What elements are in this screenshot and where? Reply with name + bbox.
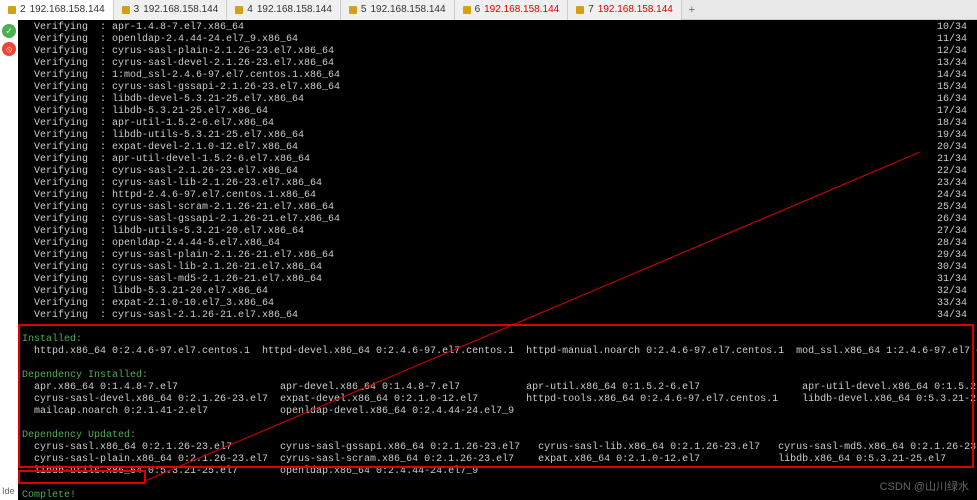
tab-bar: 2192.168.158.1443192.168.158.1444192.168… [0, 0, 977, 20]
complete-line: Complete! [22, 490, 973, 500]
tab-icon [349, 6, 357, 14]
dep-updated-line: cyrus-sasl-plain.x86_64 0:2.1.26-23.el7 … [22, 454, 973, 466]
dep-updated-line: libdb-utils.x86_64 0:5.3.21-25.el7 openl… [22, 466, 973, 478]
add-tab-button[interactable]: + [682, 4, 702, 16]
tab-icon [122, 6, 130, 14]
stop-icon[interactable]: ⦸ [2, 42, 16, 56]
verify-line: Verifying : cyrus-sasl-md5-2.1.26-21.el7… [22, 274, 973, 286]
tab-icon [235, 6, 243, 14]
verify-line: Verifying : cyrus-sasl-devel-2.1.26-23.e… [22, 58, 973, 70]
verify-line: Verifying : libdb-utils-5.3.21-20.el7.x8… [22, 226, 973, 238]
tab-2[interactable]: 2 192.168.158.144 [0, 0, 114, 20]
verify-line: Verifying : expat-devel-2.1.0-12.el7.x86… [22, 142, 973, 154]
verify-line: Verifying : apr-1.4.8-7.el7.x86_6410/34 [22, 22, 973, 34]
verify-line: Verifying : libdb-5.3.21-25.el7.x86_6417… [22, 106, 973, 118]
verify-line: Verifying : openldap-2.4.44-24.el7_9.x86… [22, 34, 973, 46]
tab-label: 192.168.158.144 [598, 4, 673, 15]
verify-line: Verifying : cyrus-sasl-plain-2.1.26-23.e… [22, 46, 973, 58]
verify-line: Verifying : cyrus-sasl-plain-2.1.26-21.e… [22, 250, 973, 262]
terminal-output[interactable]: Verifying : apr-1.4.8-7.el7.x86_6410/34 … [18, 20, 977, 500]
tab-num: 6 [475, 4, 481, 15]
ide-label: Ide [2, 486, 15, 496]
installed-header: Installed: [22, 334, 973, 346]
tab-label: 192.168.158.144 [30, 4, 105, 15]
tab-icon [8, 6, 16, 14]
tab-icon [463, 6, 471, 14]
verify-line: Verifying : apr-util-devel-1.5.2-6.el7.x… [22, 154, 973, 166]
tab-num: 3 [134, 4, 140, 15]
verify-line: Verifying : cyrus-sasl-gssapi-2.1.26-21.… [22, 214, 973, 226]
tab-3[interactable]: 3192.168.158.144 [114, 0, 228, 20]
tab-label: 192.168.158.144 [257, 4, 332, 15]
installed-line: httpd.x86_64 0:2.4.6-97.el7.centos.1 htt… [22, 346, 973, 358]
tab-label: 192.168.158.144 [484, 4, 559, 15]
verify-line: Verifying : expat-2.1.0-10.el7_3.x86_643… [22, 298, 973, 310]
tab-4[interactable]: 4 192.168.158.144 [227, 0, 341, 20]
dep-installed-header: Dependency Installed: [22, 370, 973, 382]
verify-line: Verifying : cyrus-sasl-lib-2.1.26-21.el7… [22, 262, 973, 274]
tab-6[interactable]: 6192.168.158.144 [455, 0, 569, 20]
dep-updated-line: cyrus-sasl.x86_64 0:2.1.26-23.el7 cyrus-… [22, 442, 973, 454]
verify-line: Verifying : cyrus-sasl-lib-2.1.26-23.el7… [22, 178, 973, 190]
tab-5[interactable]: 5192.168.158.144 [341, 0, 455, 20]
tab-num: 7 [588, 4, 594, 15]
tab-icon [576, 6, 584, 14]
verify-line: Verifying : cyrus-sasl-scram-2.1.26-21.e… [22, 202, 973, 214]
tab-7[interactable]: 7 192.168.158.144 [568, 0, 682, 20]
left-icons: ✓ ⦸ [2, 24, 18, 56]
verify-line: Verifying : openldap-2.4.44-5.el7.x86_64… [22, 238, 973, 250]
verify-line: Verifying : cyrus-sasl-2.1.26-21.el7.x86… [22, 310, 973, 322]
dep-installed-line: apr.x86_64 0:1.4.8-7.el7 apr-devel.x86_6… [22, 382, 973, 394]
dep-updated-header: Dependency Updated: [22, 430, 973, 442]
verify-line: Verifying : libdb-utils-5.3.21-25.el7.x8… [22, 130, 973, 142]
success-icon[interactable]: ✓ [2, 24, 16, 38]
verify-line: Verifying : apr-util-1.5.2-6.el7.x86_641… [22, 118, 973, 130]
dep-installed-line: mailcap.noarch 0:2.1.41-2.el7 openldap-d… [22, 406, 973, 418]
tab-num: 5 [361, 4, 367, 15]
verify-line: Verifying : cyrus-sasl-gssapi-2.1.26-23.… [22, 82, 973, 94]
dep-installed-line: cyrus-sasl-devel.x86_64 0:2.1.26-23.el7 … [22, 394, 973, 406]
verify-line: Verifying : 1:mod_ssl-2.4.6-97.el7.cento… [22, 70, 973, 82]
tab-label: 192.168.158.144 [370, 4, 445, 15]
verify-line: Verifying : cyrus-sasl-2.1.26-23.el7.x86… [22, 166, 973, 178]
verify-line: Verifying : libdb-5.3.21-20.el7.x86_6432… [22, 286, 973, 298]
tab-num: 4 [247, 4, 253, 15]
tab-num: 2 [20, 4, 26, 15]
tab-label: 192.168.158.144 [143, 4, 218, 15]
verify-line: Verifying : libdb-devel-5.3.21-25.el7.x8… [22, 94, 973, 106]
verify-line: Verifying : httpd-2.4.6-97.el7.centos.1.… [22, 190, 973, 202]
